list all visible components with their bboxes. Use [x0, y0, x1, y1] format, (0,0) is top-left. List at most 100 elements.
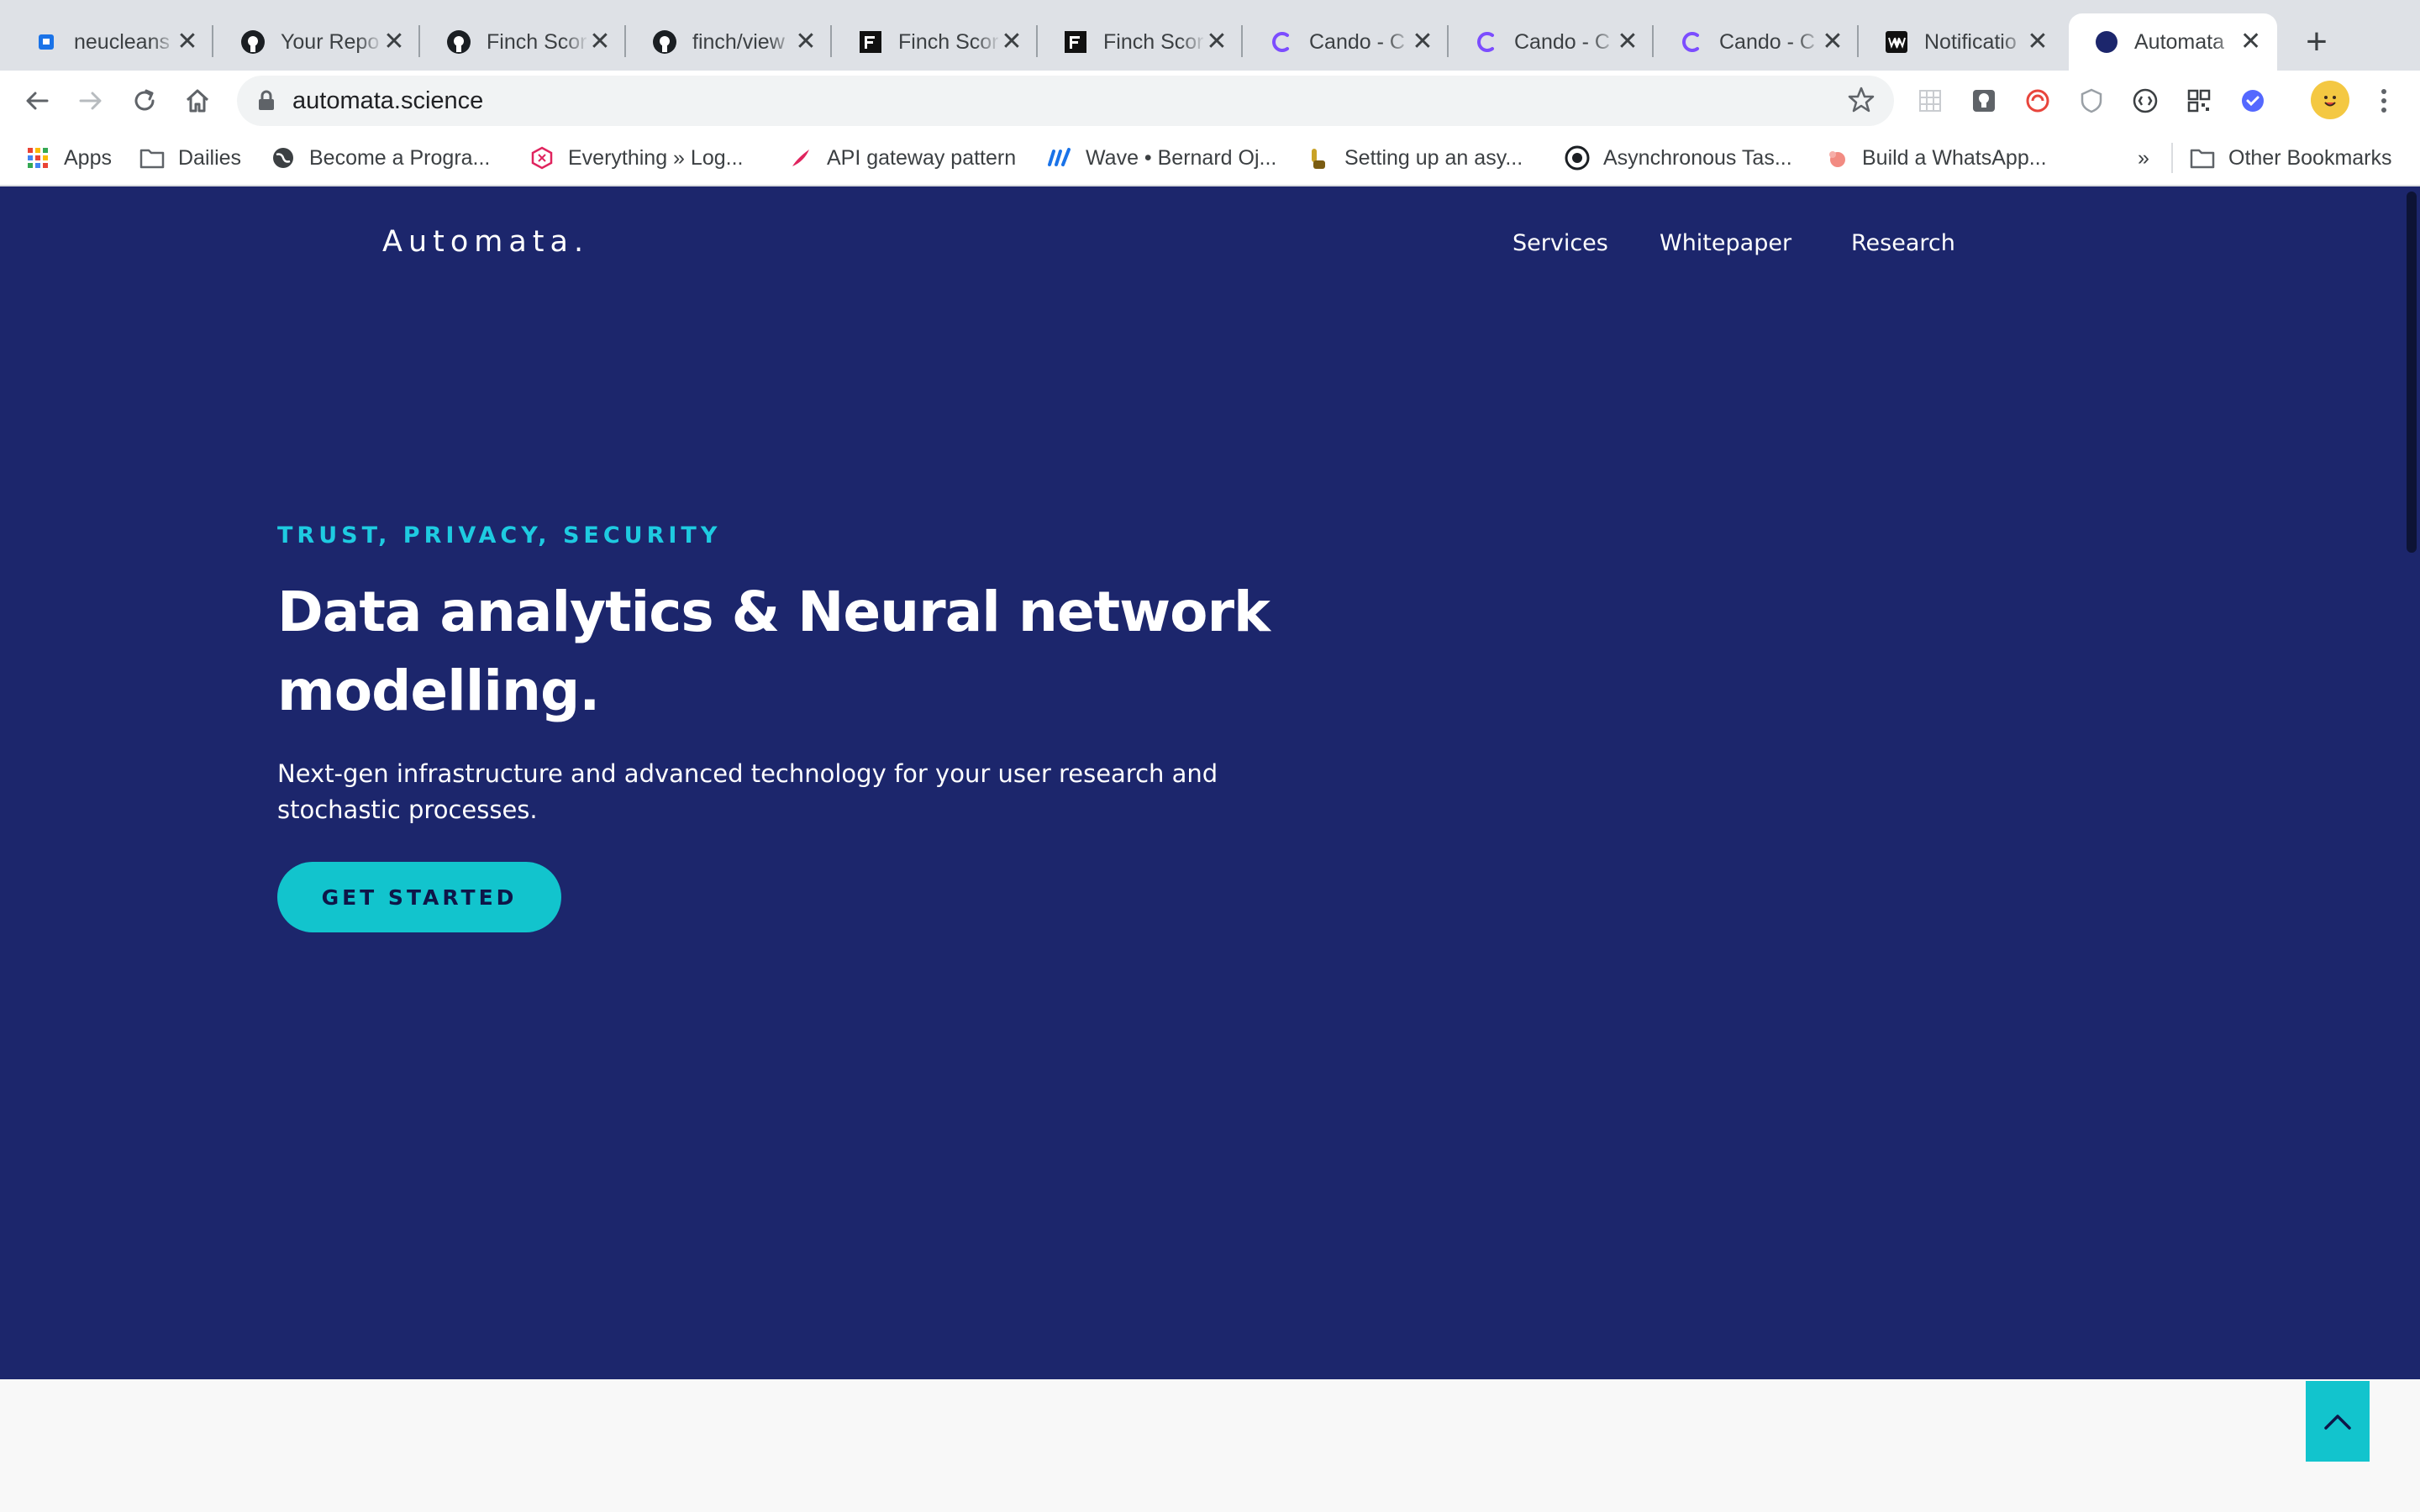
browser-menu-button[interactable] [2365, 82, 2402, 119]
hero-section: Automata. Services Whitepaper Research T… [0, 186, 2420, 1379]
bookmark-label: Build a WhatsApp... [1862, 145, 2047, 170]
browser-tab-active[interactable]: Automata ✕ [2069, 13, 2277, 71]
bookmark-label: Become a Progra... [309, 145, 491, 170]
bookmark-label: Wave • Bernard Oj... [1086, 145, 1277, 170]
extension-check-icon[interactable] [2234, 82, 2271, 119]
bookmark-label: Everything » Log... [568, 145, 744, 170]
nav-link-research[interactable]: Research [1851, 230, 1955, 256]
browser-tab[interactable]: Finch Scor ✕ [421, 13, 626, 71]
url-text[interactable]: automata.science [292, 87, 483, 115]
hero-headline: Data analytics & Neural network modellin… [277, 573, 1370, 731]
reload-button[interactable] [126, 82, 163, 119]
tab-divider [418, 25, 420, 57]
cando-c-icon [1269, 29, 1294, 55]
profile-avatar[interactable] [2311, 81, 2349, 119]
extension-shield-icon[interactable] [2073, 82, 2110, 119]
kebab-menu-icon [2381, 89, 2386, 113]
back-button[interactable] [18, 82, 55, 119]
bookmarks-bar: Apps Dailies Become a Progra... Everythi… [0, 131, 2420, 186]
browser-tab[interactable]: Cando - C ✕ [1244, 13, 1449, 71]
bookmark-item[interactable]: Setting up an asy... [1306, 143, 1523, 173]
hero-eyebrow: TRUST, PRIVACY, SECURITY [277, 522, 722, 549]
bookmark-item[interactable]: Wave • Bernard Oj... [1047, 143, 1276, 173]
bookmark-label: Asynchronous Tas... [1603, 145, 1792, 170]
tab-divider [624, 25, 626, 57]
github-icon [446, 29, 471, 55]
bookmark-label: Dailies [178, 145, 242, 170]
tab-title: neucleans [74, 29, 170, 54]
github-icon [652, 29, 677, 55]
browser-tab[interactable]: finch/view ✕ [627, 13, 832, 71]
browser-tab[interactable]: Finch Scor ✕ [833, 13, 1038, 71]
get-started-button[interactable]: GET STARTED [277, 862, 561, 932]
close-tab-icon[interactable]: ✕ [176, 29, 198, 55]
page-scrollbar[interactable] [2402, 186, 2420, 1379]
forward-button[interactable] [72, 82, 109, 119]
extension-qr-icon[interactable] [2181, 82, 2217, 119]
finch-black-icon [858, 29, 883, 55]
bookmark-label: API gateway pattern [827, 145, 1017, 170]
browser-tab[interactable]: Cando - C ✕ [1449, 13, 1654, 71]
finch-black-icon [1063, 29, 1088, 55]
bookmark-label: Apps [64, 145, 112, 170]
bookmark-item[interactable]: Build a WhatsApp... [1823, 143, 2047, 173]
browser-tab[interactable]: Notificatio ✕ [1859, 13, 2064, 71]
pink-icon [1823, 145, 1849, 171]
bookmark-folder-other[interactable]: Other Bookmarks [2190, 143, 2392, 173]
bookmark-item[interactable]: API gateway pattern [788, 143, 1016, 173]
tab-title: Finch Scor [898, 29, 999, 54]
close-tab-icon[interactable]: ✕ [2239, 29, 2262, 55]
cando-c-icon [1474, 29, 1499, 55]
folder-icon [2190, 145, 2215, 171]
new-tab-button[interactable]: + [2296, 22, 2338, 64]
close-tab-icon[interactable]: ✕ [1822, 29, 1844, 55]
arrow-right-icon [79, 92, 102, 110]
tab-title: Finch Scor [1103, 29, 1204, 54]
bookmark-item[interactable]: Everything » Log... [529, 143, 743, 173]
bookmarks-divider [2171, 143, 2173, 173]
close-tab-icon[interactable]: ✕ [1412, 29, 1434, 55]
bookmark-star-icon[interactable] [1847, 86, 1876, 118]
subtitle-line: Next-gen infrastructure and advanced tec… [277, 759, 1218, 788]
scroll-to-top-button[interactable] [2306, 1381, 2370, 1462]
chevron-double-right-icon: » [2138, 145, 2149, 170]
close-tab-icon[interactable]: ✕ [1001, 29, 1023, 55]
wave-icon [1047, 145, 1072, 171]
close-tab-icon[interactable]: ✕ [1617, 29, 1639, 55]
browser-tab[interactable]: Your Repo ✕ [215, 13, 420, 71]
tab-title: finch/view [692, 29, 785, 54]
nav-link-services[interactable]: Services [1512, 230, 1608, 256]
home-button[interactable] [179, 82, 216, 119]
close-tab-icon[interactable]: ✕ [795, 29, 817, 55]
bookmarks-overflow-button[interactable]: » [2138, 143, 2149, 173]
apps-grid-icon [25, 145, 50, 171]
cando-c-icon [1679, 29, 1704, 55]
bookmark-folder-dailies[interactable]: Dailies [139, 143, 241, 173]
hand-icon [1306, 145, 1331, 171]
webpage: Automata. Services Whitepaper Research T… [0, 186, 2420, 1512]
close-tab-icon[interactable]: ✕ [383, 29, 405, 55]
extension-brackets-icon[interactable] [2127, 82, 2164, 119]
bookmark-item[interactable]: Asynchronous Tas... [1565, 143, 1792, 173]
nav-link-whitepaper[interactable]: Whitepaper [1660, 230, 1791, 256]
site-logo[interactable]: Automata. [382, 225, 589, 259]
extension-bulb-icon[interactable] [1965, 82, 2002, 119]
bookmark-label: Setting up an asy... [1344, 145, 1523, 170]
extension-grid-icon[interactable] [1912, 82, 1949, 119]
extension-swirl-icon[interactable] [2019, 82, 2056, 119]
bookmark-item[interactable]: Become a Progra... [271, 143, 490, 173]
tab-divider [212, 25, 213, 57]
blue-square-icon [34, 29, 59, 55]
scrollbar-thumb[interactable] [2407, 192, 2417, 553]
close-tab-icon[interactable]: ✕ [1206, 29, 1228, 55]
browser-tab[interactable]: Cando - C ✕ [1654, 13, 1859, 71]
headline-line: modelling. [277, 659, 600, 723]
bookmark-apps[interactable]: Apps [25, 143, 112, 173]
hexagon-icon [529, 145, 555, 171]
browser-tab[interactable]: Finch Scor ✕ [1038, 13, 1243, 71]
address-bar[interactable]: automata.science [237, 76, 1894, 126]
chevron-up-icon [2324, 1415, 2351, 1430]
close-tab-icon[interactable]: ✕ [2027, 29, 2049, 55]
close-tab-icon[interactable]: ✕ [589, 29, 611, 55]
browser-tab[interactable]: neucleans ✕ [8, 13, 213, 71]
